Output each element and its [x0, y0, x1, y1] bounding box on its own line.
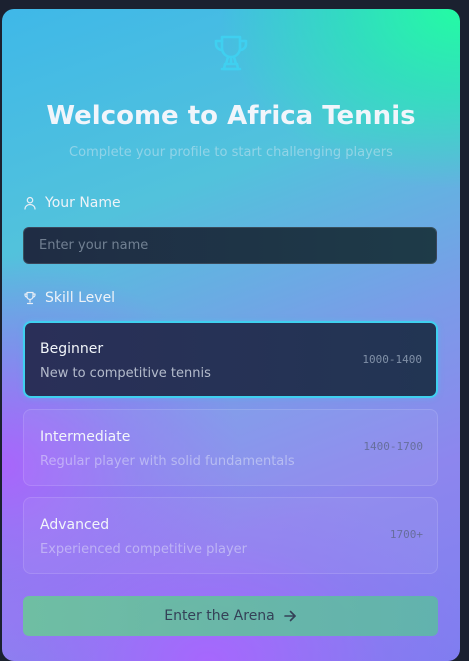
skill-option-name: Advanced: [40, 517, 110, 533]
skill-option-name: Intermediate: [40, 429, 131, 445]
skill-option-description: Regular player with solid fundamentals: [40, 454, 295, 469]
skill-option-advanced[interactable]: Advanced Experienced competitive player …: [23, 497, 438, 574]
skill-label: Skill Level: [23, 290, 115, 306]
enter-arena-button[interactable]: Enter the Arena: [23, 596, 438, 636]
page-title: Welcome to Africa Tennis: [46, 101, 416, 131]
skill-option-range: 1000-1400: [362, 353, 422, 366]
skill-option-range: 1400-1700: [363, 440, 423, 453]
name-input[interactable]: [23, 227, 437, 264]
arrow-right-icon: [283, 610, 296, 622]
trophy-icon: [24, 291, 36, 305]
user-icon: [24, 196, 36, 210]
skill-option-name: Beginner: [40, 341, 104, 357]
skill-option-range: 1700+: [389, 528, 423, 541]
skill-option-beginner[interactable]: Beginner New to competitive tennis 1000-…: [23, 321, 438, 398]
name-label: Your Name: [23, 195, 121, 211]
onboarding-card: Welcome to Africa Tennis Complete your p…: [2, 9, 460, 661]
trophy-icon: [214, 35, 248, 71]
page-subtitle: Complete your profile to start challengi…: [69, 145, 393, 160]
skill-option-description: New to competitive tennis: [40, 366, 211, 381]
enter-arena-label: Enter the Arena: [164, 608, 275, 624]
skill-option-intermediate[interactable]: Intermediate Regular player with solid f…: [23, 409, 438, 486]
skill-option-description: Experienced competitive player: [40, 542, 248, 557]
name-label-text: Your Name: [45, 195, 121, 211]
skill-label-text: Skill Level: [45, 290, 116, 306]
